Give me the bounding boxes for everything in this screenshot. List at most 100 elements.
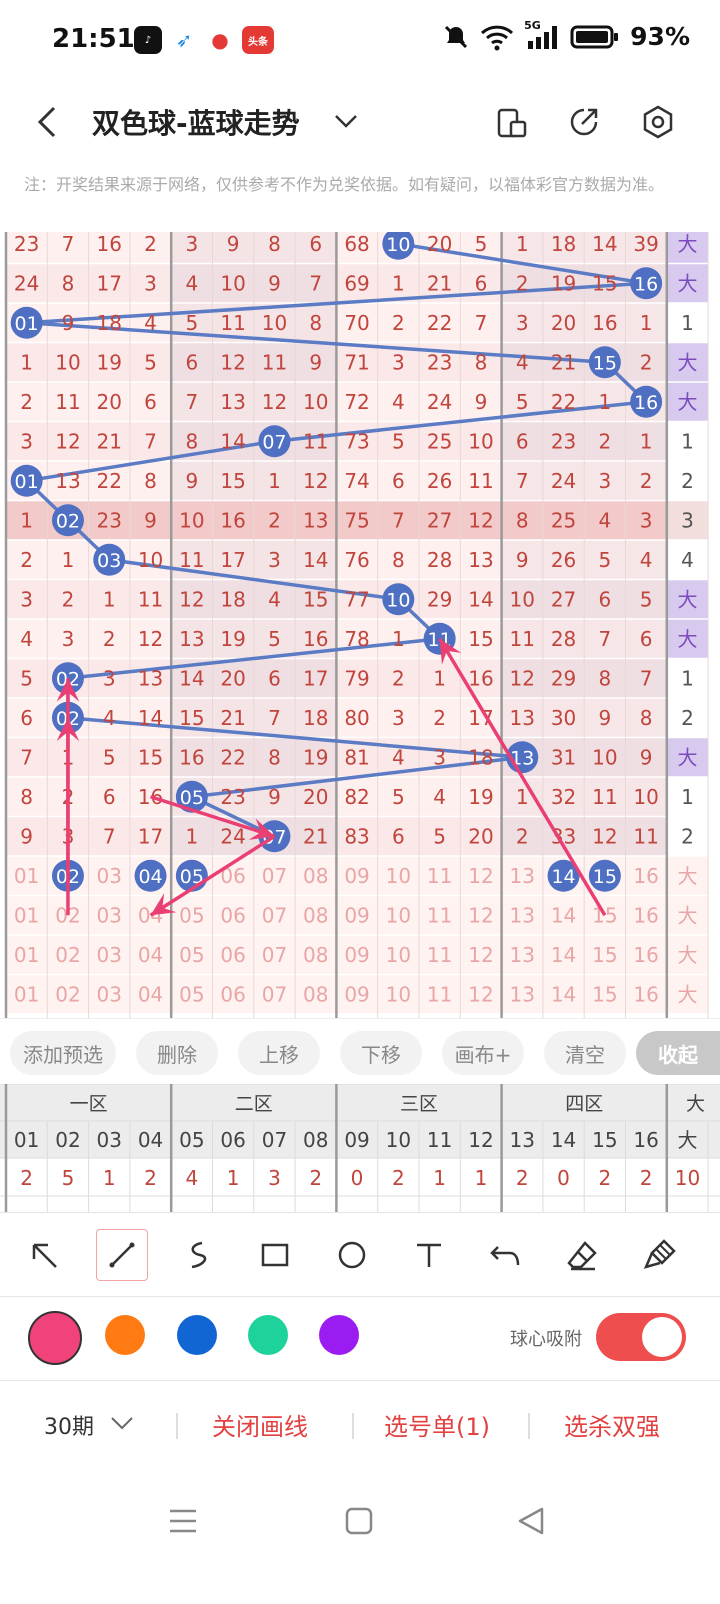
- ball-number: 10: [386, 589, 410, 611]
- table-cell-text: 12: [592, 824, 617, 848]
- home-icon[interactable]: [344, 1506, 374, 1536]
- summary-zone-label: 三区: [400, 1093, 438, 1115]
- color-swatch-green[interactable]: [248, 1315, 288, 1355]
- table-cell-text: 25: [427, 429, 452, 453]
- table-cell-text: 大: [677, 745, 697, 769]
- pick-strong-button[interactable]: 选杀双强: [564, 1407, 660, 1442]
- table-cell-text: 20: [551, 311, 576, 335]
- table-cell-text: 14: [138, 706, 163, 730]
- table-cell-text: 11: [220, 311, 245, 335]
- brush-tool[interactable]: [634, 1229, 686, 1281]
- ticket-button[interactable]: 选号单(1): [384, 1407, 490, 1442]
- color-swatch-blue[interactable]: [177, 1315, 217, 1355]
- color-swatch-pink[interactable]: [28, 1311, 82, 1365]
- table-cell-text: 28: [427, 548, 452, 572]
- table-cell-text: 39: [633, 232, 658, 256]
- move-down-button[interactable]: 下移: [340, 1031, 422, 1075]
- text-tool[interactable]: [403, 1229, 455, 1281]
- menu-icon[interactable]: [168, 1506, 198, 1536]
- table-cell-text: 2: [516, 824, 529, 848]
- table-cell-text: 09: [344, 864, 369, 888]
- table-cell-text: 02: [55, 982, 80, 1006]
- table-cell-text: 1: [268, 469, 281, 493]
- trend-chart[interactable]: 23 7 16 2 3 9 8 6 68 20 5 1 18 14 39 大 24 8 17 3 4 10 9 7 69 1 21 6…: [0, 232, 720, 1018]
- table-cell-text: 22: [427, 311, 452, 335]
- color-swatch-orange[interactable]: [105, 1315, 145, 1355]
- arrow-tool[interactable]: [18, 1229, 70, 1281]
- table-cell-text: 6: [392, 824, 405, 848]
- table-cell-text: 7: [20, 745, 33, 769]
- chevron-down-icon[interactable]: [334, 112, 358, 130]
- table-cell-text: 23: [427, 350, 452, 374]
- settings-icon[interactable]: [640, 104, 676, 140]
- table-cell-text: 30: [551, 706, 576, 730]
- close-lines-button[interactable]: 关闭画线: [212, 1407, 308, 1442]
- table-cell-text: 21: [303, 824, 328, 848]
- table-cell-text: 03: [97, 982, 122, 1006]
- ball-number: 10: [386, 234, 410, 256]
- table-cell-text: 21: [220, 706, 245, 730]
- table-cell-text: 5: [185, 311, 198, 335]
- trend-chart-svg[interactable]: 23 7 16 2 3 9 8 6 68 20 5 1 18 14 39 大24 8 17 3 4 10 9 7 69 1 21 6…: [0, 232, 720, 1018]
- undo-tool[interactable]: [480, 1229, 532, 1281]
- page-title[interactable]: 双色球-蓝球走势: [92, 102, 300, 142]
- ball-number: 15: [593, 866, 617, 888]
- table-cell-text: 5: [103, 745, 116, 769]
- table-cell-text: 9: [475, 390, 488, 414]
- share-icon[interactable]: [566, 104, 602, 140]
- table-cell-text: 8: [598, 666, 611, 690]
- pick-actions-bar: 添加预选 删除 上移 下移 画布+ 清空 收起: [0, 1018, 720, 1084]
- curve-tool[interactable]: [172, 1229, 224, 1281]
- line-tool[interactable]: [96, 1229, 148, 1281]
- table-cell-text: 08: [303, 903, 328, 927]
- table-cell-text: 3: [433, 745, 446, 769]
- back-icon[interactable]: [30, 104, 66, 140]
- table-cell-text: 2: [392, 311, 405, 335]
- summary-column-header: 大: [677, 1128, 697, 1152]
- table-cell-text: 22: [220, 745, 245, 769]
- switch-layout-icon[interactable]: [494, 104, 530, 140]
- table-cell-text: 4: [20, 627, 33, 651]
- table-cell-text: 18: [220, 587, 245, 611]
- table-cell-text: 19: [551, 271, 576, 295]
- table-cell-text: 83: [344, 824, 369, 848]
- table-cell-text: 70: [344, 311, 369, 335]
- summary-count: 1: [475, 1166, 488, 1190]
- back-nav-icon[interactable]: [516, 1506, 546, 1536]
- rect-tool[interactable]: [249, 1229, 301, 1281]
- chevron-down-icon[interactable]: [110, 1415, 134, 1431]
- color-swatch-purple[interactable]: [319, 1315, 359, 1355]
- table-cell-text: 6: [103, 785, 116, 809]
- table-cell-text: 11: [55, 390, 80, 414]
- summary-column-header: 01: [14, 1128, 39, 1152]
- table-cell-text: 4: [640, 548, 653, 572]
- collapse-button[interactable]: 收起: [636, 1031, 720, 1075]
- table-cell-text: 3: [598, 469, 611, 493]
- table-cell-text: 2: [433, 706, 446, 730]
- delete-button[interactable]: 删除: [136, 1031, 218, 1075]
- clear-button[interactable]: 清空: [544, 1031, 626, 1075]
- period-select[interactable]: 30期: [44, 1409, 94, 1441]
- line-icon: [109, 1242, 135, 1268]
- table-cell-text: 3: [144, 271, 157, 295]
- table-cell-text: 28: [551, 627, 576, 651]
- table-cell-text: 05: [179, 943, 204, 967]
- table-cell-text: 13: [303, 508, 328, 532]
- table-cell-text: 12: [220, 350, 245, 374]
- circle-tool[interactable]: [326, 1229, 378, 1281]
- move-up-button[interactable]: 上移: [238, 1031, 320, 1075]
- table-cell-text: 17: [220, 548, 245, 572]
- add-preselect-button[interactable]: 添加预选: [10, 1031, 116, 1075]
- eraser-tool[interactable]: [557, 1229, 609, 1281]
- summary-count: 2: [20, 1166, 33, 1190]
- summary-count: 4: [185, 1166, 198, 1190]
- table-cell-text: 3: [640, 508, 653, 532]
- canvas-plus-button[interactable]: 画布+: [442, 1031, 524, 1075]
- table-cell-text: 10: [633, 785, 658, 809]
- summary-zone-label: 二区: [235, 1093, 273, 1115]
- table-cell-text: 11: [427, 864, 452, 888]
- table-cell-text: 9: [227, 232, 240, 256]
- ball-number: 01: [15, 313, 39, 335]
- table-cell-text: 04: [138, 982, 163, 1006]
- snap-toggle[interactable]: [596, 1313, 686, 1361]
